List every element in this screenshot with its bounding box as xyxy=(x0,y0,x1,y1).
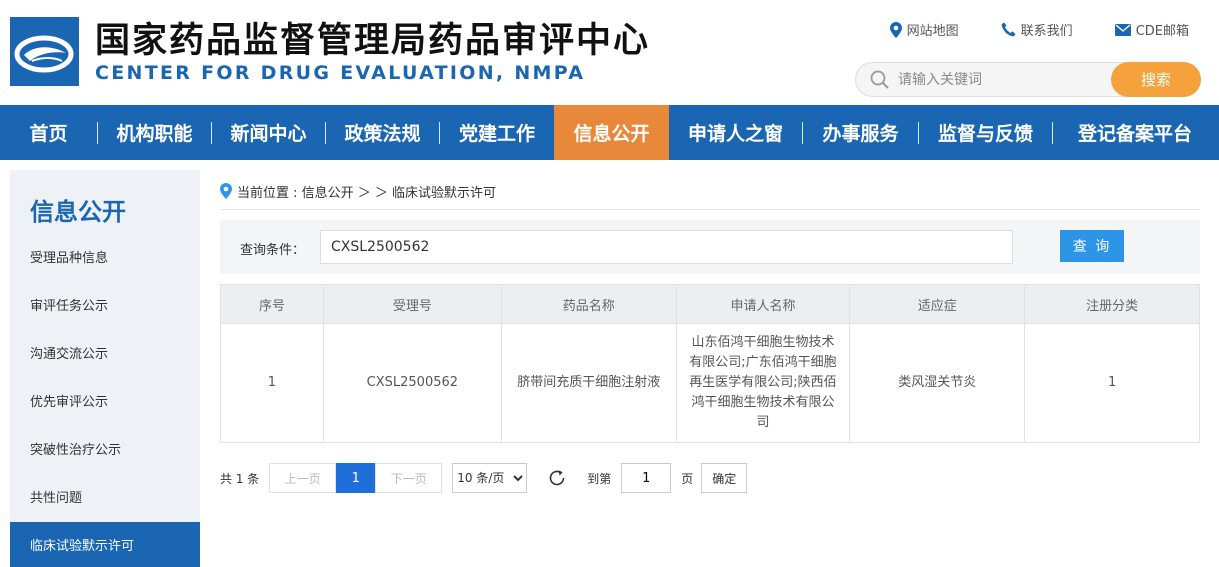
cell-index: 1 xyxy=(220,323,324,443)
sidebar-item-accepted-varieties[interactable]: 受理品种信息 xyxy=(10,234,200,279)
nav-applicant-window[interactable]: 申请人之窗 xyxy=(669,105,802,160)
prev-page-button[interactable]: 上一页 xyxy=(269,463,337,493)
goto-label: 到第 xyxy=(587,471,612,486)
sidebar-item-communication[interactable]: 沟通交流公示 xyxy=(10,330,200,375)
contact-link-label: 联系我们 xyxy=(1020,24,1073,39)
sidebar-item-clinical-trial-permit[interactable]: 临床试验默示许可 xyxy=(10,522,200,567)
cell-acceptance-no: CXSL2500562 xyxy=(322,323,502,443)
sidebar-item-priority-review[interactable]: 优先审评公示 xyxy=(10,378,200,423)
nav-news[interactable]: 新闻中心 xyxy=(212,105,325,160)
cell-registration-class: 1 xyxy=(1024,323,1200,443)
breadcrumb: 当前位置 : 信息公开 ＞ ＞ 临床试验默示许可 xyxy=(220,182,1200,210)
table-header-row: 序号 受理号 药品名称 申请人名称 适应症 注册分类 xyxy=(220,284,1200,324)
site-title-cn: 国家药品监督管理局药品审评中心 xyxy=(95,21,651,61)
map-pin-icon xyxy=(889,21,902,38)
results-table: 序号 受理号 药品名称 申请人名称 适应症 注册分类 1 CXSL2500562… xyxy=(220,284,1200,443)
cde-logo[interactable] xyxy=(10,17,79,86)
col-header-acceptance-no: 受理号 xyxy=(322,284,502,324)
nav-info-disclosure[interactable]: 信息公开 xyxy=(554,105,669,160)
refresh-icon xyxy=(549,470,565,486)
nav-party[interactable]: 党建工作 xyxy=(440,105,554,160)
nav-services[interactable]: 办事服务 xyxy=(803,105,918,160)
phone-icon xyxy=(1001,22,1016,37)
nav-functions[interactable]: 机构职能 xyxy=(98,105,211,160)
col-header-registration-class: 注册分类 xyxy=(1024,284,1200,324)
page-size-select[interactable]: 10 条/页 20 条/页 50 条/页 xyxy=(452,463,528,493)
sidebar: 信息公开 受理品种信息 审评任务公示 沟通交流公示 优先审评公示 突破性治疗公示… xyxy=(10,170,200,567)
sitemap-link[interactable]: 网站地图 xyxy=(889,20,959,39)
site-header: 国家药品监督管理局药品审评中心 CENTER FOR DRUG EVALUATI… xyxy=(0,0,1219,105)
nav-home[interactable]: 首页 xyxy=(0,105,97,160)
main-nav: 首页 机构职能 新闻中心 政策法规 党建工作 信息公开 申请人之窗 办事服务 监… xyxy=(0,105,1219,160)
page-number-current[interactable]: 1 xyxy=(336,463,376,493)
search-button[interactable]: 搜索 xyxy=(1111,62,1201,97)
col-header-indication: 适应症 xyxy=(849,284,1026,324)
logo-emblem-icon xyxy=(10,17,79,86)
mail-icon xyxy=(1114,23,1131,36)
nav-registration-platform[interactable]: 登记备案平台 xyxy=(1053,105,1217,160)
search-input[interactable] xyxy=(898,66,1098,93)
site-search: 搜索 xyxy=(855,62,1201,97)
cell-indication: 类风湿关节炎 xyxy=(849,323,1026,443)
sidebar-item-review-tasks[interactable]: 审评任务公示 xyxy=(10,282,200,327)
query-label: 查询条件： xyxy=(240,243,306,258)
query-bar: 查询条件： 查 询 xyxy=(220,220,1200,274)
contact-link[interactable]: 联系我们 xyxy=(1001,20,1073,39)
pagination-total: 共 1 条 xyxy=(220,471,260,486)
email-link[interactable]: CDE邮箱 xyxy=(1114,20,1189,39)
col-header-drug-name: 药品名称 xyxy=(500,284,677,324)
location-pin-icon xyxy=(220,183,232,199)
query-input[interactable] xyxy=(320,230,1013,264)
pagination: 共 1 条 上一页 1 下一页 10 条/页 20 条/页 50 条/页 到第 … xyxy=(220,463,748,493)
email-link-label: CDE邮箱 xyxy=(1135,24,1189,39)
col-header-applicant: 申请人名称 xyxy=(675,284,851,324)
page-unit-label: 页 xyxy=(681,471,694,486)
top-links: 网站地图 联系我们 CDE邮箱 xyxy=(848,20,1189,39)
table-row[interactable]: 1 CXSL2500562 脐带间充质干细胞注射液 山东佰鸿干细胞生物技术有限公… xyxy=(220,323,1200,443)
nav-supervision[interactable]: 监督与反馈 xyxy=(919,105,1052,160)
goto-confirm-button[interactable]: 确定 xyxy=(701,463,748,493)
goto-page-input[interactable] xyxy=(621,463,672,493)
sitemap-link-label: 网站地图 xyxy=(906,24,959,39)
cell-drug-name: 脐带间充质干细胞注射液 xyxy=(500,323,677,443)
col-header-index: 序号 xyxy=(220,284,324,324)
cell-applicant: 山东佰鸿干细胞生物技术有限公司;广东佰鸿干细胞再生医学有限公司;陕西佰鸿干细胞生… xyxy=(675,323,851,443)
search-icon xyxy=(870,70,889,89)
refresh-button[interactable] xyxy=(547,468,567,488)
sidebar-item-common-issues[interactable]: 共性问题 xyxy=(10,474,200,519)
next-page-button[interactable]: 下一页 xyxy=(375,463,443,493)
query-button[interactable]: 查 询 xyxy=(1060,230,1124,262)
nav-policy[interactable]: 政策法规 xyxy=(326,105,439,160)
sidebar-title: 信息公开 xyxy=(30,198,126,226)
breadcrumb-text: 当前位置 : 信息公开 ＞ ＞ 临床试验默示许可 xyxy=(237,186,497,201)
site-title-en: CENTER FOR DRUG EVALUATION, NMPA xyxy=(95,62,586,84)
sidebar-item-breakthrough[interactable]: 突破性治疗公示 xyxy=(10,426,200,471)
